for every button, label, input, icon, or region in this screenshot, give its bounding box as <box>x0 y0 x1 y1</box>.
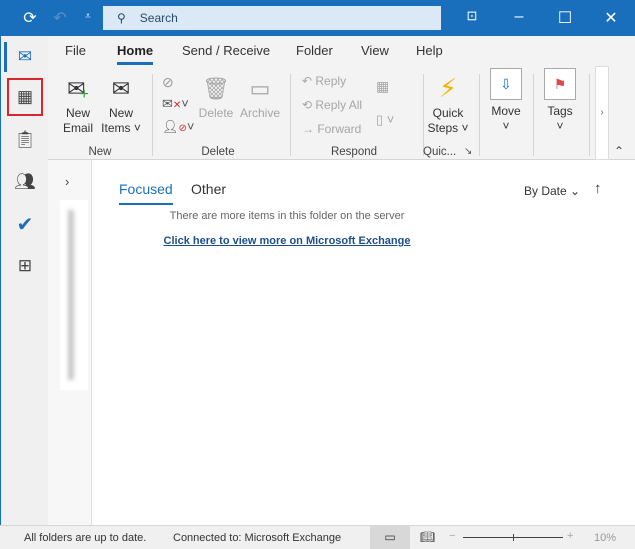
expand-folder-pane-icon[interactable]: › <box>65 174 69 189</box>
separator <box>152 74 153 156</box>
status-bar: All folders are up to date. Connected to… <box>0 525 635 549</box>
normal-view-icon[interactable]: ▭ <box>370 526 410 549</box>
ribbon: File Home Send / Receive Folder View Hel… <box>48 36 635 160</box>
chevron-down-icon: ⌄ <box>570 184 581 198</box>
search-input[interactable]: ⚲ Search <box>103 6 441 30</box>
maximize-button[interactable]: ☐ <box>551 8 579 28</box>
group-new-label: New <box>88 146 112 158</box>
new-email-button[interactable]: ✉ + New Email <box>60 74 96 136</box>
ignore-icon[interactable]: ⊘ <box>162 74 174 91</box>
group-delete-label: Delete <box>201 146 235 158</box>
folder-pane: › <box>48 160 92 525</box>
trash-icon: 🗑︎ <box>202 75 230 101</box>
archive-icon: ▭ <box>249 75 271 101</box>
tab-focused[interactable]: Focused <box>119 181 173 205</box>
new-email-icon: ✉ + <box>67 75 89 103</box>
lightning-icon: ⚡︎ <box>438 72 458 103</box>
zoom-out-button[interactable]: − <box>449 530 455 542</box>
junk-icon[interactable]: 👤︎⊘˅ <box>162 119 195 135</box>
collapsed-folder-strip <box>60 200 88 390</box>
separator <box>423 74 424 156</box>
tab-home[interactable]: Home <box>117 43 154 65</box>
exchange-link-wrap: Click here to view more on Microsoft Exc… <box>92 235 482 247</box>
sync-icon[interactable]: ⟳ <box>16 8 44 28</box>
tab-view[interactable]: View <box>361 43 389 58</box>
tab-help[interactable]: Help <box>416 43 443 58</box>
forward-button[interactable]: → Forward <box>302 122 361 137</box>
cleanup-icon[interactable]: ✉✕˅ <box>162 96 189 112</box>
blurred-folder-text <box>68 210 74 380</box>
archive-button[interactable]: ▭ Archive <box>238 74 282 121</box>
forward-icon: → <box>302 122 318 136</box>
reply-all-button[interactable]: ⟲ Reply All <box>302 98 362 113</box>
apps-icon[interactable]: ⊞ <box>9 250 41 282</box>
reply-icon: ↶ <box>302 74 316 88</box>
separator <box>533 74 534 156</box>
chevron-down-icon: ˅ <box>556 119 564 133</box>
reply-all-icon: ⟲ <box>302 98 316 112</box>
tasks-icon[interactable]: 📋︎ <box>9 124 41 156</box>
customize-toolbar-icon[interactable]: ⩡ <box>74 11 102 22</box>
dialog-launcher-icon[interactable]: ↘ <box>464 146 472 157</box>
zoom-in-button[interactable]: + <box>567 530 573 542</box>
delete-button[interactable]: 🗑︎ Delete <box>198 74 234 121</box>
sync-status: All folders are up to date. <box>24 532 147 544</box>
connection-status: Connected to: Microsoft Exchange <box>173 532 342 544</box>
calendar-icon[interactable]: ▦ <box>7 78 43 116</box>
zoom-slider-thumb[interactable] <box>513 534 514 541</box>
people-icon[interactable]: 👥︎ <box>9 166 41 198</box>
tab-file[interactable]: File <box>65 43 86 58</box>
tab-other[interactable]: Other <box>191 181 226 197</box>
sort-by-date-dropdown[interactable]: By Date ⌄ <box>524 184 580 198</box>
mail-icon[interactable]: ✉ <box>9 41 41 73</box>
collapse-ribbon-icon[interactable]: ⌃ <box>614 144 624 158</box>
chevron-down-icon: ˅ <box>502 119 510 133</box>
new-items-button[interactable]: ✉ New Items ˅ <box>100 74 142 136</box>
more-respond-icon[interactable]: ▯ ˅ <box>376 112 394 128</box>
move-icon: ⇩ <box>490 68 522 100</box>
search-icon: ⚲ <box>117 11 126 25</box>
title-bar: ⟳ ↶ ⩡ ⚲ Search ⊡ – ☐ ✕ <box>0 0 635 36</box>
new-items-icon: ✉ <box>111 75 131 101</box>
ribbon-scroll-right[interactable]: › <box>595 66 609 160</box>
reply-button[interactable]: ↶ Reply <box>302 74 346 89</box>
flag-icon: ⚑ <box>544 68 576 100</box>
separator <box>589 74 590 156</box>
quick-steps-button[interactable]: ⚡︎ Quick Steps ˅ <box>426 74 470 136</box>
tab-send-receive[interactable]: Send / Receive <box>182 43 270 58</box>
todo-icon[interactable]: ✔ <box>9 208 41 240</box>
sort-direction-icon[interactable]: ↑ <box>594 180 602 197</box>
ribbon-display-icon[interactable]: ⊡ <box>458 8 486 24</box>
message-list: Focused Other By Date ⌄ ↑ There are more… <box>92 160 635 525</box>
view-more-on-exchange-link[interactable]: Click here to view more on Microsoft Exc… <box>164 235 411 247</box>
server-notice: There are more items in this folder on t… <box>169 210 405 222</box>
active-indicator <box>4 42 7 72</box>
separator <box>479 74 480 156</box>
undo-icon[interactable]: ↶ <box>46 8 74 28</box>
minimize-button[interactable]: – <box>505 8 533 26</box>
zoom-level: 10% <box>594 532 617 544</box>
close-button[interactable]: ✕ <box>597 8 625 28</box>
group-respond-label: Respond <box>330 146 378 158</box>
meeting-reply-icon[interactable]: ▦ <box>376 78 389 95</box>
move-button[interactable]: ⇩ Move ˅ <box>488 68 524 134</box>
group-quick-steps-label: Quic... <box>423 146 457 158</box>
reading-view-icon[interactable]: 📖︎ <box>420 530 435 544</box>
tab-folder[interactable]: Folder <box>296 43 333 58</box>
tags-button[interactable]: ⚑ Tags ˅ <box>542 68 578 134</box>
navigation-rail: ✉ ▦ 📋︎ 👥︎ ✔ ⊞ <box>0 36 48 525</box>
separator <box>290 74 291 156</box>
zoom-slider[interactable] <box>463 534 563 541</box>
